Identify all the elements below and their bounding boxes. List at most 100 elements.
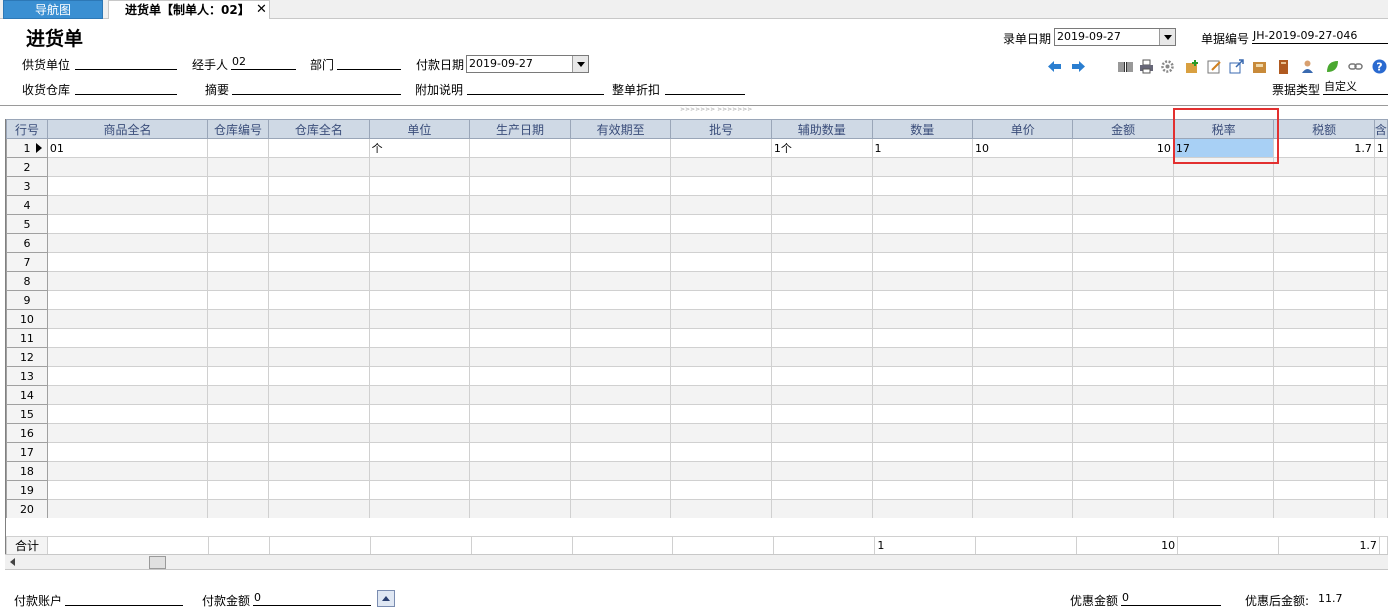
table-row[interactable]: 5 [6, 214, 1388, 234]
cell-unit-price[interactable] [971, 385, 1074, 405]
cell-product-name[interactable] [46, 385, 209, 405]
cell-warehouse-name[interactable] [268, 442, 370, 462]
cell-warehouse-name[interactable] [268, 309, 370, 329]
cell-tax-rate[interactable] [1172, 195, 1275, 215]
cell-unit-price[interactable] [971, 290, 1074, 310]
cell-incl[interactable] [1373, 499, 1388, 519]
cell-product-name[interactable] [46, 252, 209, 272]
table-row[interactable]: 9 [6, 290, 1388, 310]
add-item-icon[interactable] [1185, 59, 1200, 74]
cell-unit[interactable] [368, 385, 471, 405]
cell-incl[interactable] [1373, 461, 1388, 481]
cell-product-name[interactable]: 01 [46, 138, 209, 158]
cell-unit-price[interactable] [971, 271, 1074, 291]
cell-production-date[interactable] [469, 309, 571, 329]
cell-product-name[interactable] [46, 366, 209, 386]
cell-tax-amount[interactable] [1273, 442, 1375, 462]
cell-unit[interactable] [368, 404, 471, 424]
cell-amount[interactable] [1072, 423, 1174, 443]
cell-tax-amount[interactable] [1273, 195, 1375, 215]
cell-warehouse-code[interactable] [207, 499, 270, 519]
col-header-batch-no[interactable]: 批号 [670, 119, 772, 139]
cell-tax-rate[interactable] [1172, 252, 1275, 272]
cell-warehouse-name[interactable] [268, 366, 370, 386]
cell-aux-qty[interactable] [770, 328, 873, 348]
cell-production-date[interactable] [469, 290, 571, 310]
col-header-warehouse-name[interactable]: 仓库全名 [268, 119, 370, 139]
cell-incl[interactable] [1373, 195, 1388, 215]
warehouse-field[interactable] [75, 80, 177, 95]
cell-aux-qty[interactable] [770, 309, 873, 329]
cell-production-date[interactable] [469, 461, 571, 481]
cell-warehouse-name[interactable] [268, 157, 370, 177]
cell-tax-rate[interactable] [1172, 233, 1275, 253]
cell-production-date[interactable] [469, 347, 571, 367]
help-icon[interactable]: ? [1372, 59, 1387, 74]
cell-amount[interactable] [1072, 442, 1174, 462]
cell-product-name[interactable] [46, 347, 209, 367]
cell-production-date[interactable] [469, 176, 571, 196]
discount-amount-field[interactable]: 0 [1121, 591, 1221, 606]
cell-unit[interactable] [368, 214, 471, 234]
table-row[interactable]: 7 [6, 252, 1388, 272]
cell-warehouse-code[interactable] [207, 252, 270, 272]
cell-incl[interactable] [1373, 328, 1388, 348]
cell-product-name[interactable] [46, 461, 209, 481]
close-icon[interactable]: ✕ [256, 1, 267, 19]
cell-warehouse-code[interactable] [207, 176, 270, 196]
cell-product-name[interactable] [46, 499, 209, 519]
cell-warehouse-name[interactable] [268, 347, 370, 367]
cell-aux-qty[interactable] [770, 461, 873, 481]
cell-batch-no[interactable] [670, 366, 772, 386]
cell-expiry-date[interactable] [569, 233, 672, 253]
cell-qty[interactable]: 1 [871, 138, 973, 158]
table-row[interactable]: 4 [6, 195, 1388, 215]
cell-aux-qty[interactable] [770, 252, 873, 272]
cell-tax-amount[interactable] [1273, 480, 1375, 500]
cell-aux-qty[interactable] [770, 423, 873, 443]
cell-batch-no[interactable] [670, 442, 772, 462]
summary-field[interactable] [232, 80, 401, 95]
cell-production-date[interactable] [469, 366, 571, 386]
cell-qty[interactable] [871, 157, 973, 177]
cell-amount[interactable] [1072, 157, 1174, 177]
export-icon[interactable] [1229, 59, 1244, 74]
cell-expiry-date[interactable] [569, 404, 672, 424]
cell-incl[interactable] [1373, 480, 1388, 500]
cell-tax-amount[interactable] [1273, 233, 1375, 253]
cell-qty[interactable] [871, 423, 973, 443]
cell-amount[interactable] [1072, 480, 1174, 500]
table-row[interactable]: 18 [6, 461, 1388, 481]
cell-amount[interactable] [1072, 366, 1174, 386]
scrollbar-thumb[interactable] [149, 556, 166, 569]
cell-warehouse-name[interactable] [268, 385, 370, 405]
user-icon[interactable] [1300, 59, 1315, 74]
cell-batch-no[interactable] [670, 499, 772, 519]
cell-amount[interactable] [1072, 347, 1174, 367]
cell-unit-price[interactable] [971, 366, 1074, 386]
cell-product-name[interactable] [46, 480, 209, 500]
cell-amount[interactable] [1072, 404, 1174, 424]
cell-warehouse-code[interactable] [207, 157, 270, 177]
cell-unit-price[interactable] [971, 157, 1074, 177]
cell-amount[interactable] [1072, 328, 1174, 348]
cell-aux-qty[interactable] [770, 366, 873, 386]
chevron-down-icon[interactable] [1159, 29, 1175, 45]
cell-batch-no[interactable] [670, 347, 772, 367]
cell-warehouse-name[interactable] [268, 233, 370, 253]
cell-product-name[interactable] [46, 290, 209, 310]
cell-warehouse-name[interactable] [268, 404, 370, 424]
cell-warehouse-name[interactable] [268, 480, 370, 500]
cell-aux-qty[interactable] [770, 499, 873, 519]
cell-amount[interactable] [1072, 233, 1174, 253]
cell-expiry-date[interactable] [569, 328, 672, 348]
supplier-field[interactable] [75, 55, 177, 70]
tab-purchase-order[interactable]: 进货单【制单人：02】 ✕ [108, 0, 270, 19]
cell-expiry-date[interactable] [569, 290, 672, 310]
cell-unit[interactable] [368, 290, 471, 310]
cell-tax-amount[interactable] [1273, 347, 1375, 367]
cell-qty[interactable] [871, 309, 973, 329]
cell-expiry-date[interactable] [569, 138, 672, 158]
cell-expiry-date[interactable] [569, 347, 672, 367]
cell-aux-qty[interactable] [770, 214, 873, 234]
